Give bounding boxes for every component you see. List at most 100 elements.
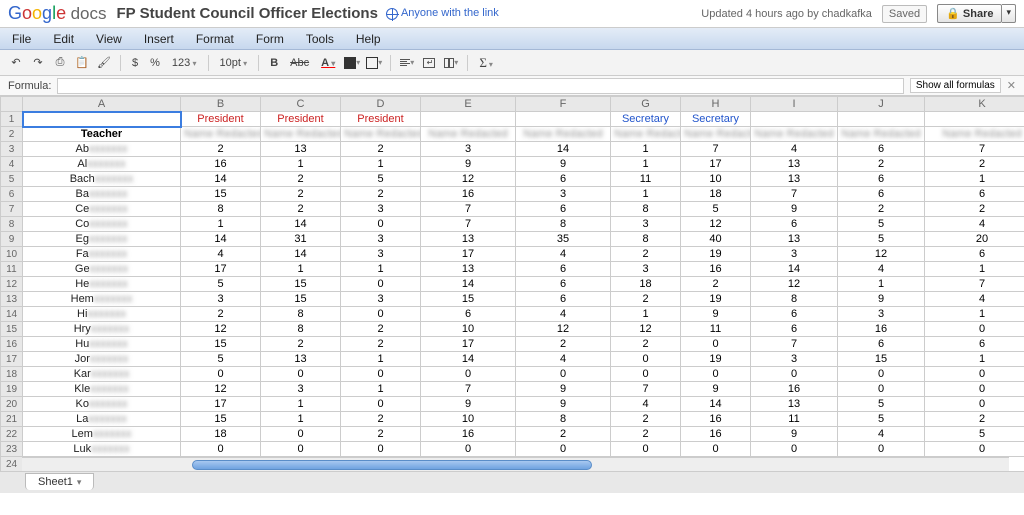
data-cell[interactable]: 17 <box>181 262 261 277</box>
data-cell[interactable]: 1 <box>925 352 1024 367</box>
data-cell[interactable]: 17 <box>681 157 751 172</box>
data-cell[interactable]: 15 <box>261 277 341 292</box>
candidate-name[interactable]: Name Redacted <box>261 127 341 142</box>
row-header[interactable]: 23 <box>1 442 23 457</box>
share-dropdown[interactable]: ▾ <box>1002 4 1016 23</box>
data-cell[interactable]: 9 <box>516 382 611 397</box>
data-cell[interactable]: 0 <box>611 367 681 382</box>
currency-format-button[interactable]: $ <box>129 57 141 69</box>
data-cell[interactable]: 13 <box>751 397 838 412</box>
data-cell[interactable]: 10 <box>681 172 751 187</box>
data-cell[interactable]: 18 <box>681 187 751 202</box>
data-cell[interactable]: 16 <box>751 382 838 397</box>
data-cell[interactable]: 15 <box>181 337 261 352</box>
sharing-status[interactable]: Anyone with the link <box>386 7 499 19</box>
data-cell[interactable]: 12 <box>751 277 838 292</box>
header-secretary[interactable]: Secretary <box>681 112 751 127</box>
data-cell[interactable]: 5 <box>838 217 925 232</box>
data-cell[interactable]: 16 <box>181 157 261 172</box>
data-cell[interactable]: 1 <box>925 172 1024 187</box>
data-cell[interactable]: 2 <box>261 202 341 217</box>
data-cell[interactable]: 0 <box>261 442 341 457</box>
data-cell[interactable]: 16 <box>838 322 925 337</box>
data-cell[interactable]: 9 <box>838 292 925 307</box>
data-cell[interactable]: 9 <box>516 157 611 172</box>
data-cell[interactable]: 11 <box>611 172 681 187</box>
data-cell[interactable]: 6 <box>751 217 838 232</box>
data-cell[interactable]: 0 <box>925 442 1024 457</box>
data-cell[interactable]: 1 <box>181 217 261 232</box>
data-cell[interactable]: 0 <box>261 367 341 382</box>
row-header[interactable]: 3 <box>1 142 23 157</box>
data-cell[interactable]: 6 <box>516 262 611 277</box>
data-cell[interactable]: 12 <box>838 247 925 262</box>
copy-icon[interactable]: 📋 <box>74 55 90 71</box>
teacher-name-cell[interactable]: Bachxxxxxxx <box>23 172 181 187</box>
row-header[interactable]: 10 <box>1 247 23 262</box>
teacher-name-cell[interactable]: Hryxxxxxxx <box>23 322 181 337</box>
data-cell[interactable]: 1 <box>611 142 681 157</box>
data-cell[interactable]: 7 <box>925 142 1024 157</box>
data-cell[interactable]: 2 <box>181 142 261 157</box>
data-cell[interactable]: 2 <box>611 292 681 307</box>
data-cell[interactable]: 17 <box>421 247 516 262</box>
candidate-name[interactable]: Name Redacted <box>341 127 421 142</box>
teacher-name-cell[interactable]: Karxxxxxxx <box>23 367 181 382</box>
col-header-I[interactable]: I <box>751 97 838 112</box>
data-cell[interactable]: 3 <box>341 292 421 307</box>
data-cell[interactable]: 9 <box>421 397 516 412</box>
sheet-tab-dropdown-icon[interactable]: ▾ <box>77 477 82 487</box>
data-cell[interactable]: 10 <box>421 412 516 427</box>
data-cell[interactable]: 12 <box>681 217 751 232</box>
col-header-C[interactable]: C <box>261 97 341 112</box>
menu-format[interactable]: Format <box>192 31 238 46</box>
data-cell[interactable]: 0 <box>341 397 421 412</box>
data-cell[interactable]: 12 <box>611 322 681 337</box>
data-cell[interactable]: 19 <box>681 352 751 367</box>
data-cell[interactable]: 15 <box>838 352 925 367</box>
menu-edit[interactable]: Edit <box>49 31 78 46</box>
row-header[interactable]: 9 <box>1 232 23 247</box>
data-cell[interactable]: 13 <box>261 142 341 157</box>
data-cell[interactable]: 2 <box>838 202 925 217</box>
data-cell[interactable]: 14 <box>181 172 261 187</box>
data-cell[interactable]: 7 <box>421 217 516 232</box>
sheet-tab[interactable]: Sheet1▾ <box>25 473 94 490</box>
data-cell[interactable]: 7 <box>681 142 751 157</box>
data-cell[interactable]: 5 <box>838 232 925 247</box>
data-cell[interactable]: 14 <box>181 232 261 247</box>
column-header-row[interactable]: A B C D E F G H I J K <box>1 97 1024 112</box>
data-cell[interactable]: 0 <box>751 442 838 457</box>
data-cell[interactable]: 8 <box>261 322 341 337</box>
data-cell[interactable]: 7 <box>751 337 838 352</box>
data-cell[interactable]: 6 <box>516 202 611 217</box>
teacher-name-cell[interactable]: Cexxxxxxx <box>23 202 181 217</box>
data-cell[interactable]: 2 <box>261 187 341 202</box>
header-treasurer[interactable]: Treasurer <box>925 112 1024 127</box>
row-header[interactable]: 4 <box>1 157 23 172</box>
data-cell[interactable]: 13 <box>751 232 838 247</box>
data-cell[interactable]: 13 <box>421 232 516 247</box>
row-header[interactable]: 22 <box>1 427 23 442</box>
data-cell[interactable]: 35 <box>516 232 611 247</box>
candidate-name[interactable]: Name Redacted <box>516 127 611 142</box>
data-cell[interactable]: 3 <box>341 202 421 217</box>
col-header-B[interactable]: B <box>181 97 261 112</box>
menu-insert[interactable]: Insert <box>140 31 178 46</box>
data-cell[interactable]: 6 <box>838 337 925 352</box>
spreadsheet-grid[interactable]: A B C D E F G H I J K 1PresidentPresiden… <box>0 96 1024 493</box>
data-cell[interactable]: 4 <box>925 292 1024 307</box>
data-cell[interactable]: 14 <box>516 142 611 157</box>
teacher-name-cell[interactable]: Coxxxxxxx <box>23 217 181 232</box>
data-cell[interactable]: 9 <box>421 157 516 172</box>
data-cell[interactable]: 0 <box>516 442 611 457</box>
data-cell[interactable]: 2 <box>181 307 261 322</box>
data-cell[interactable]: 2 <box>516 427 611 442</box>
header-treasurer[interactable]: Treasurer <box>838 112 925 127</box>
data-cell[interactable]: 13 <box>261 352 341 367</box>
menu-help[interactable]: Help <box>352 31 385 46</box>
teacher-name-cell[interactable]: Hemxxxxxxx <box>23 292 181 307</box>
data-cell[interactable]: 0 <box>421 367 516 382</box>
teacher-name-cell[interactable]: Lukxxxxxxx <box>23 442 181 457</box>
more-formats-dropdown[interactable]: 123 <box>169 57 200 69</box>
